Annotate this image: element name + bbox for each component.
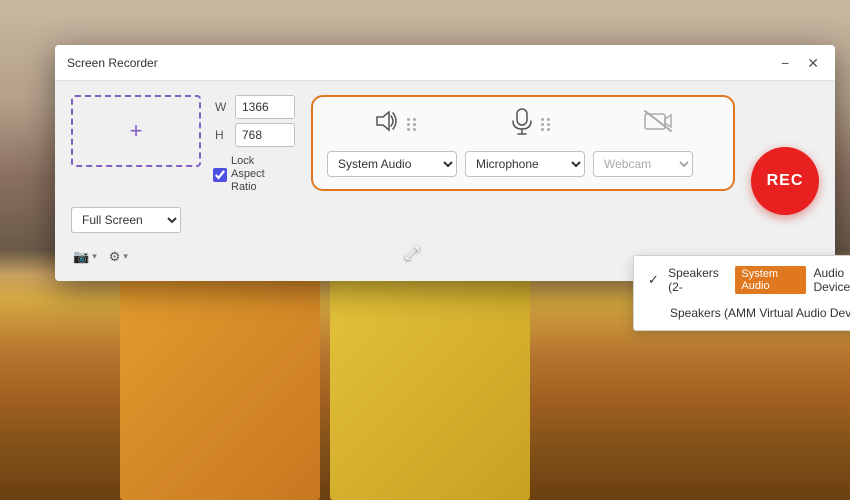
move-cursor-icon: ⤢ [405,243,419,264]
webcam-select[interactable]: Webcam [593,151,693,177]
left-panel: + W H Lock Aspect Ratio [71,95,295,267]
system-audio-dropdown-popup: ✓ Speakers (2- System Audio Audio Device… [633,255,850,331]
main-content: + W H Lock Aspect Ratio [55,81,835,281]
camera-tool-button[interactable]: 📷 ▾ [71,247,99,267]
dropdown-item-suffix-1: Audio Device) [814,266,850,294]
av-icons-row [327,107,719,141]
camera-icon: 📷 [73,249,89,265]
lock-aspect-label: Lock Aspect Ratio [231,155,281,195]
screen-selector-box[interactable]: + [71,95,201,167]
rec-button[interactable]: REC [751,147,819,215]
microphone-select[interactable]: Microphone [465,151,585,177]
mic-grid-dots [541,118,551,131]
lock-aspect-checkbox[interactable] [213,168,227,182]
speaker-grid-dots [407,118,417,131]
speaker-icon [373,109,401,139]
settings-icon: ⚙ [109,249,121,265]
system-audio-icon-group [373,109,417,139]
height-row: H [215,123,295,147]
minimize-button[interactable]: − [777,54,793,72]
settings-chevron-icon: ▾ [123,251,128,262]
fullscreen-select[interactable]: Full Screen [71,207,181,233]
title-bar: Screen Recorder − ✕ [55,45,835,81]
microphone-icon [509,107,535,141]
dropdown-item-label-2: Speakers (AMM Virtual Audio Device) [670,306,850,320]
close-button[interactable]: ✕ [803,54,823,72]
bottom-left-row: Full Screen [71,207,295,233]
width-input[interactable] [235,95,295,119]
av-panel: System Audio Microphone Webcam ✓ Speaker… [311,95,735,191]
width-row: W [215,95,295,119]
microphone-icon-group [509,107,551,141]
window-title: Screen Recorder [67,56,158,70]
dropdown-item-amm[interactable]: ✓ Speakers (AMM Virtual Audio Device) [634,300,850,326]
system-audio-select[interactable]: System Audio [327,151,457,177]
lock-aspect-group: Lock Aspect Ratio [213,155,295,195]
webcam-icon-group [643,109,673,139]
dimensions-panel: W H Lock Aspect Ratio [213,95,295,195]
av-dropdowns-row: System Audio Microphone Webcam [327,151,719,177]
height-label: H [215,128,229,142]
screen-recorder-window: Screen Recorder − ✕ + W H [55,45,835,281]
title-bar-controls: − ✕ [777,54,823,72]
dropdown-item-label-1: Speakers (2- [668,266,727,294]
add-region-icon: + [130,118,143,144]
dropdown-highlight-label: System Audio [735,266,805,294]
width-label: W [215,100,229,114]
empty-check-icon: ✓ [648,306,662,320]
height-input[interactable] [235,123,295,147]
webcam-icon [643,109,673,139]
dropdown-item-speakers[interactable]: ✓ Speakers (2- System Audio Audio Device… [634,260,850,300]
settings-tool-button[interactable]: ⚙ ▾ [107,247,130,267]
check-mark-icon: ✓ [648,272,660,288]
camera-chevron-icon: ▾ [92,251,97,262]
icon-tools-row: 📷 ▾ ⚙ ▾ [71,247,295,267]
